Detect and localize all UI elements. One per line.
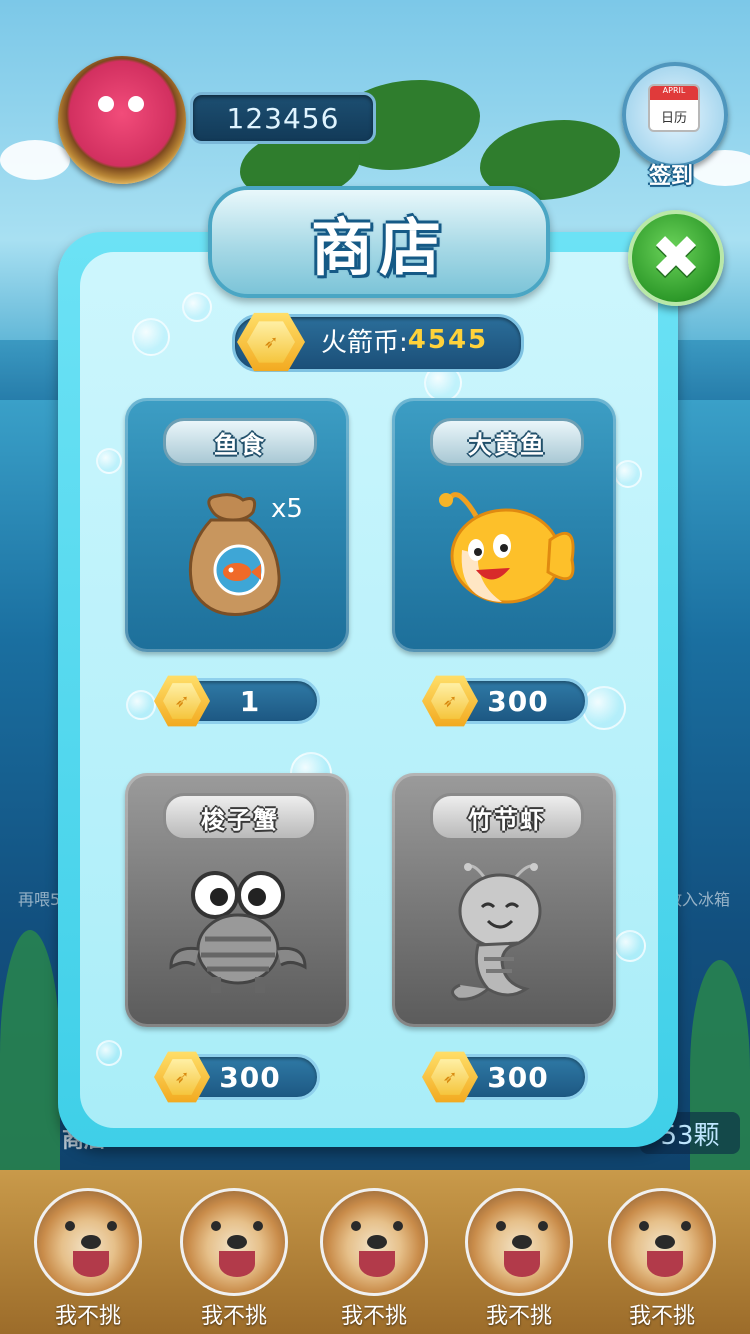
friend-avatar [608, 1188, 716, 1296]
bubble [582, 686, 626, 730]
item-name: 竹节虾 [430, 793, 584, 841]
friend-avatar [320, 1188, 428, 1296]
item-price: 1 [239, 684, 261, 718]
item-name: 梭子蟹 [163, 793, 317, 841]
rocket-coin-icon: ➶ [237, 312, 305, 372]
avatar-eye [98, 96, 114, 112]
shrimp-icon [451, 863, 542, 1001]
checkin-label[interactable]: 签到 [636, 158, 706, 190]
close-button[interactable]: ✖ [628, 210, 724, 306]
friend-slot[interactable]: 我不挑 [34, 1188, 142, 1330]
item-price: 300 [487, 1060, 549, 1094]
shop-title-plate: 商店 [208, 186, 550, 298]
friend-name: 我不挑 [200, 1304, 267, 1329]
seaweed [0, 930, 60, 1180]
bubble [126, 690, 156, 720]
currency-value: 4545 [407, 325, 489, 355]
friend-avatar [465, 1188, 573, 1296]
friend-slot[interactable]: 我不挑 [465, 1188, 573, 1330]
calendar-icon: APRIL 日历 [648, 84, 700, 132]
cloud [0, 140, 70, 180]
calendar-button[interactable]: APRIL 日历 [622, 62, 728, 168]
friend-name: 我不挑 [54, 1304, 121, 1329]
crab-icon [169, 871, 307, 993]
friend-name: 我不挑 [485, 1304, 552, 1329]
shop-item-card-fish-food[interactable]: 鱼食 x5 [125, 398, 349, 652]
score-display: 123456 [190, 92, 376, 144]
shop-item-card-shrimp[interactable]: 竹节虾 [392, 773, 616, 1027]
item-name: 大黄鱼 [430, 418, 584, 466]
shop-item-card-yellow-fish[interactable]: 大黄鱼 [392, 398, 616, 652]
friend-slot[interactable]: 我不挑 [608, 1188, 716, 1330]
shop-title: 商店 [310, 211, 447, 284]
close-x-icon: ✖ [650, 223, 702, 293]
bubble [614, 460, 642, 488]
item-quantity: x5 [271, 494, 303, 524]
bubble [132, 318, 170, 356]
avatar-eye [128, 96, 144, 112]
bubble [96, 1040, 122, 1066]
bubble [96, 448, 122, 474]
bubble [182, 292, 212, 322]
friend-slot[interactable]: 我不挑 [180, 1188, 288, 1330]
bubble [614, 930, 646, 962]
currency-bar: ➶ 火箭币: 4545 [232, 312, 524, 372]
calendar-label: 日历 [660, 111, 687, 126]
friend-name: 我不挑 [628, 1304, 695, 1329]
shop-item-card-crab[interactable]: 梭子蟹 [125, 773, 349, 1027]
item-price: 300 [219, 1060, 281, 1094]
item-name: 鱼食 [163, 418, 317, 466]
friend-name: 我不挑 [340, 1304, 407, 1329]
yellow-fish-icon [439, 492, 575, 604]
friend-avatar [180, 1188, 288, 1296]
friend-slot[interactable]: 我不挑 [320, 1188, 428, 1330]
currency-name: 火箭币: [321, 327, 408, 358]
player-avatar[interactable] [58, 56, 186, 184]
calendar-month: APRIL [662, 86, 686, 95]
item-price: 300 [487, 684, 549, 718]
friend-avatar [34, 1188, 142, 1296]
currency-label: 火箭币: 4545 [321, 317, 488, 363]
